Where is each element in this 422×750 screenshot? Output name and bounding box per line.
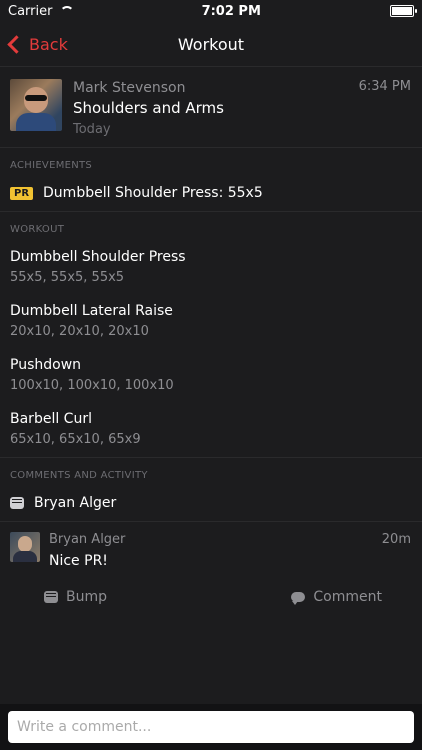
fist-bump-icon	[10, 497, 24, 509]
status-time: 7:02 PM	[201, 3, 261, 19]
exercise-sets: 100x10, 100x10, 100x10	[10, 378, 174, 393]
bump-button[interactable]: Bump	[44, 589, 107, 605]
speech-bubble-icon	[291, 592, 306, 605]
avatar[interactable]	[10, 79, 62, 131]
carrier-label: Carrier	[8, 3, 53, 19]
exercise-name: Pushdown	[10, 357, 82, 373]
back-label: Back	[29, 34, 68, 54]
section-workout: WORKOUT	[10, 224, 65, 235]
back-button[interactable]: Back	[7, 34, 68, 54]
chevron-left-icon	[7, 35, 26, 54]
user-name[interactable]: Mark Stevenson	[73, 80, 224, 96]
exercise-sets: 55x5, 55x5, 55x5	[10, 270, 125, 285]
wifi-icon	[58, 6, 75, 16]
achievement-row: PR Dumbbell Shoulder Press: 55x5	[0, 171, 422, 212]
comment-item: Bryan Alger Nice PR! 20m	[0, 522, 422, 581]
pr-badge: PR	[10, 186, 34, 200]
fist-bump-icon	[44, 591, 58, 603]
commenter-name[interactable]: Bryan Alger	[49, 532, 125, 547]
workout-time: 6:34 PM	[358, 79, 411, 94]
workout-title: Shoulders and Arms	[73, 99, 224, 117]
achievement-text: Dumbbell Shoulder Press: 55x5	[43, 185, 263, 201]
exercise-item: Dumbbell Lateral Raise 20x10, 20x10, 20x…	[0, 289, 422, 343]
status-bar: Carrier 7:02 PM	[0, 0, 422, 22]
comment-input[interactable]	[8, 711, 414, 743]
bump-user-name[interactable]: Bryan Alger	[34, 495, 116, 511]
section-achievements: ACHIEVEMENTS	[10, 160, 93, 171]
navigation-bar: Back Workout	[0, 22, 422, 67]
workout-header: Mark Stevenson Shoulders and Arms Today …	[0, 67, 422, 148]
exercise-name: Dumbbell Lateral Raise	[10, 303, 173, 319]
exercise-item: Dumbbell Shoulder Press 55x5, 55x5, 55x5	[0, 235, 422, 289]
action-bar: Bump Comment	[0, 581, 422, 605]
exercise-sets: 20x10, 20x10, 20x10	[10, 324, 149, 339]
commenter-avatar[interactable]	[10, 532, 40, 562]
battery-icon	[389, 5, 417, 17]
exercise-list: Dumbbell Shoulder Press 55x5, 55x5, 55x5…	[0, 235, 422, 458]
exercise-item: Barbell Curl 65x10, 65x10, 65x9	[0, 397, 422, 451]
comment-composer	[0, 704, 422, 750]
comment-label: Comment	[313, 589, 382, 605]
workout-date: Today	[73, 122, 111, 137]
bump-activity-row: Bryan Alger	[0, 481, 422, 522]
exercise-name: Barbell Curl	[10, 411, 92, 427]
comment-button[interactable]: Comment	[291, 589, 382, 605]
comment-time: 20m	[381, 532, 411, 547]
exercise-sets: 65x10, 65x10, 65x9	[10, 432, 141, 447]
section-comments: COMMENTS AND ACTIVITY	[10, 470, 148, 481]
exercise-name: Dumbbell Shoulder Press	[10, 249, 186, 265]
comment-text: Nice PR!	[49, 553, 108, 569]
exercise-item: Pushdown 100x10, 100x10, 100x10	[0, 343, 422, 397]
bump-label: Bump	[66, 589, 108, 605]
